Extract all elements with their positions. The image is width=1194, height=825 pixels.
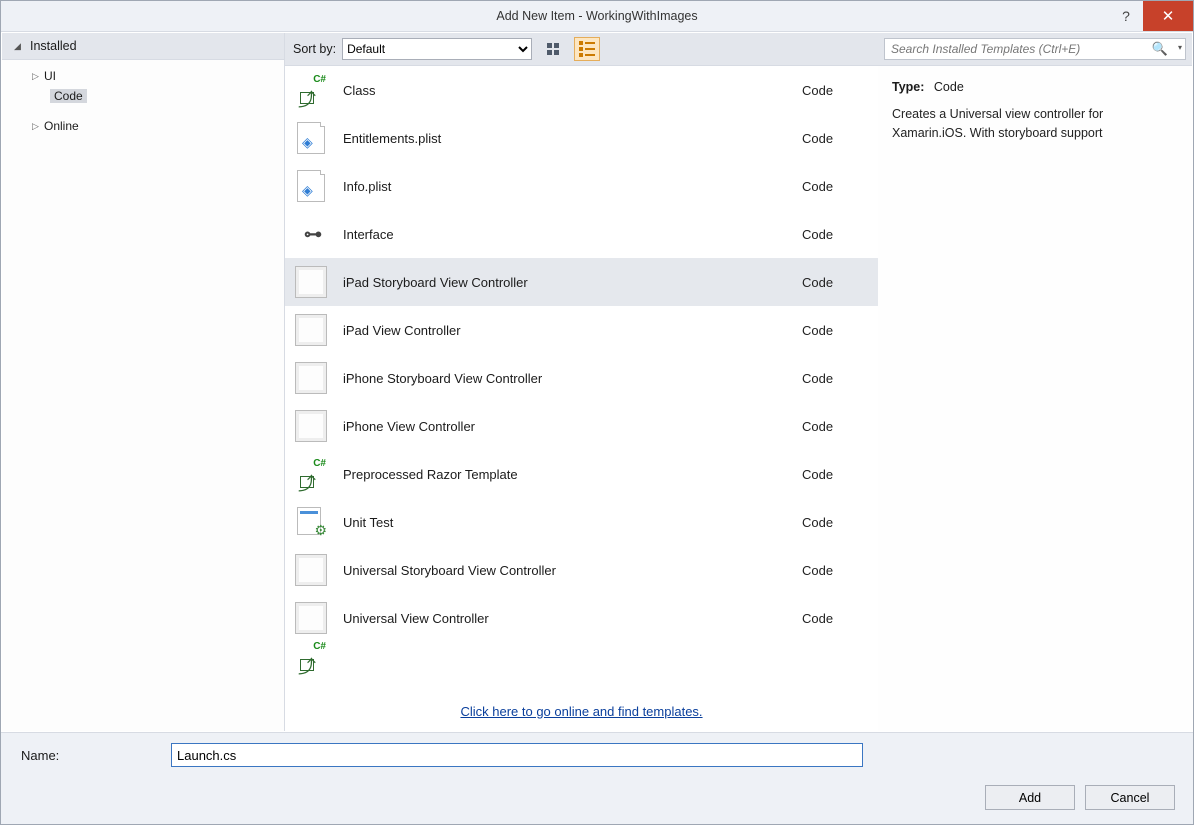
chevron-right-icon: ▷ [32,71,44,82]
template-name: iPhone Storyboard View Controller [343,371,802,386]
template-name: Class [343,83,802,98]
tiles-icon [547,43,559,55]
template-name: Info.plist [343,179,802,194]
template-row[interactable]: ◈ Info.plistCode [285,162,878,210]
sidebar-item-code[interactable]: Code [2,86,284,106]
csharp-file-icon: C#⤴ [296,643,326,671]
template-description: Creates a Universal view controller for … [892,105,1178,143]
sidebar-item-label: Code [50,89,87,103]
sidebar-item-ui[interactable]: ▷ UI [2,66,284,86]
template-row[interactable]: Universal View ControllerCode [285,594,878,642]
name-input[interactable] [171,743,863,767]
template-name: iPhone View Controller [343,419,802,434]
installed-group-header[interactable]: ◢ Installed [2,33,284,60]
search-icon[interactable]: 🔍 [1152,41,1168,57]
template-category: Code [802,179,862,194]
template-list[interactable]: C#⤴ClassCode◈Entitlements.plistCode◈Info… [285,66,878,690]
template-info: Type: Code Creates a Universal view cont… [878,66,1192,154]
chevron-right-icon: ▷ [32,121,44,132]
template-row[interactable]: C#⤴ [285,642,878,672]
template-category: Code [802,275,862,290]
list-icon [579,41,595,57]
view-controller-icon [295,602,327,634]
interface-icon: ⊶ [304,224,318,245]
template-name: Universal Storyboard View Controller [343,563,802,578]
template-name: Entitlements.plist [343,131,802,146]
view-controller-icon [295,362,327,394]
template-name: Interface [343,227,802,242]
installed-label: Installed [30,39,77,53]
template-name: iPad View Controller [343,323,802,338]
title-bar: Add New Item - WorkingWithImages ? ✕ [1,1,1193,32]
template-row[interactable]: ⚙ Unit TestCode [285,498,878,546]
template-row[interactable]: iPhone Storyboard View ControllerCode [285,354,878,402]
template-row[interactable]: C#⤴ Preprocessed Razor TemplateCode [285,450,878,498]
sort-by-select[interactable]: Default [342,38,532,60]
view-controller-icon [295,410,327,442]
plist-file-icon: ◈ [297,122,325,154]
template-category: Code [802,323,862,338]
template-row[interactable]: iPad Storyboard View ControllerCode [285,258,878,306]
view-controller-icon [295,314,327,346]
search-input[interactable] [884,38,1186,60]
view-controller-icon [295,266,327,298]
dialog-window: Add New Item - WorkingWithImages ? ✕ ◢ I… [0,0,1194,825]
template-category: Code [802,131,862,146]
list-view-button[interactable] [574,37,600,61]
cancel-button[interactable]: Cancel [1085,785,1175,810]
expander-icon: ◢ [14,41,24,52]
template-pane: Sort by: Default C#⤴ClassCode◈Entitlemen… [285,33,878,731]
template-category: Code [802,419,862,434]
unit-test-icon: ⚙ [297,507,325,537]
template-row[interactable]: ⊶ InterfaceCode [285,210,878,258]
category-tree: ▷ UI Code ▷ Online [2,60,284,142]
template-category: Code [802,467,862,482]
sidebar-item-label: UI [44,69,56,83]
template-category: Code [802,563,862,578]
sidebar-item-label: Online [44,119,79,133]
online-link-bar: Click here to go online and find templat… [285,690,878,731]
toolbar: Sort by: Default [285,33,878,66]
template-row[interactable]: C#⤴ ClassCode [285,66,878,114]
template-row[interactable]: iPhone View ControllerCode [285,402,878,450]
template-category: Code [802,515,862,530]
template-category: Code [802,371,862,386]
add-button[interactable]: Add [985,785,1075,810]
category-sidebar: ◢ Installed ▷ UI Code ▷ Online [2,33,285,731]
template-category: Code [802,227,862,242]
name-label: Name: [15,748,171,763]
search-bar: 🔍 ▾ [878,33,1192,66]
bottom-bar: Name: Add Cancel [1,732,1193,824]
template-name: iPad Storyboard View Controller [343,275,802,290]
csharp-file-icon: C#⤴ [296,76,326,104]
plist-file-icon: ◈ [297,170,325,202]
template-row[interactable]: Universal Storyboard View ControllerCode [285,546,878,594]
csharp-file-icon: C#⤴ [296,460,326,488]
main-area: ◢ Installed ▷ UI Code ▷ Online [1,32,1193,732]
window-title: Add New Item - WorkingWithImages [1,9,1193,23]
info-pane: 🔍 ▾ Type: Code Creates a Universal view … [878,33,1192,731]
online-templates-link[interactable]: Click here to go online and find templat… [460,704,702,719]
template-category: Code [802,611,862,626]
type-label: Type: [892,80,924,94]
template-row[interactable]: iPad View ControllerCode [285,306,878,354]
template-row[interactable]: ◈ Entitlements.plistCode [285,114,878,162]
tiles-view-button[interactable] [540,37,566,61]
template-name: Unit Test [343,515,802,530]
sidebar-item-online[interactable]: ▷ Online [2,116,284,136]
search-dropdown-icon[interactable]: ▾ [1178,43,1182,52]
template-category: Code [802,83,862,98]
view-controller-icon [295,554,327,586]
template-name: Preprocessed Razor Template [343,467,802,482]
template-name: Universal View Controller [343,611,802,626]
sort-by-label: Sort by: [293,42,336,56]
type-value: Code [934,80,964,94]
